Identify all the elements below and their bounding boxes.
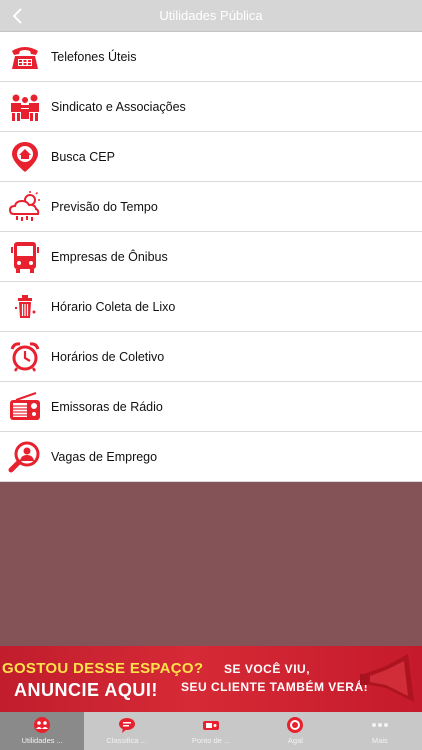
location-pin-home-icon (12, 141, 38, 172)
list-item-label: Busca CEP (51, 149, 115, 164)
navigation-bar: Utilidades Pública (0, 0, 422, 32)
list-item-horarios-coletivo[interactable]: Horários de Coletivo (0, 332, 422, 382)
back-button[interactable] (8, 6, 28, 26)
speech-bubble-icon (118, 718, 135, 733)
banner-tagline-1: SE VOCÊ VIU, (224, 662, 311, 676)
list-item-label: Horários de Coletivo (51, 349, 165, 364)
tab-mais[interactable]: Mais (338, 712, 422, 750)
megaphone-icon (360, 654, 414, 702)
tab-ponto[interactable]: Ponto de ... (169, 712, 253, 750)
list-item-label: Previsão do Tempo (51, 199, 158, 214)
list-item-label: Hórario Coleta de Lixo (51, 299, 176, 314)
banner-tagline-2: SEU CLIENTE TAMBÉM VERÁ! (181, 680, 369, 694)
list-item-vagas-emprego[interactable]: Vagas de Emprego (0, 432, 422, 482)
tab-label: Utilidades ... (21, 736, 63, 745)
ad-banner[interactable]: GOSTOU DESSE ESPAÇO? ANUNCIE AQUI! SE VO… (0, 646, 422, 712)
tab-utilidades[interactable]: Utilidades ... (0, 712, 85, 750)
bus-icon (11, 241, 39, 273)
list-item-label: Telefones Úteis (51, 49, 137, 64)
list-item-onibus[interactable]: Empresas de Ônibus (0, 232, 422, 282)
banner-cta: ANUNCIE AQUI! (14, 680, 158, 700)
alarm-clock-icon (10, 341, 40, 372)
utilities-list: Telefones Úteis Sindicato e Associações … (0, 32, 422, 482)
ticket-icon (203, 721, 220, 730)
tab-label: Classifica ... (106, 736, 147, 745)
trash-bin-icon (14, 294, 36, 318)
list-item-radio[interactable]: Emissoras de Rádio (0, 382, 422, 432)
telephone-icon (12, 46, 38, 69)
people-icon (34, 717, 51, 733)
tab-bar: Utilidades ... Classifica ... Ponto de .… (0, 712, 422, 750)
tab-label: Ponto de ... (191, 736, 231, 745)
list-item-coleta-lixo[interactable]: Hórario Coleta de Lixo (0, 282, 422, 332)
tab-label: Agal (287, 736, 303, 745)
chevron-left-icon (12, 8, 22, 24)
tab-label: Mais (371, 736, 388, 745)
list-item-sindicato[interactable]: Sindicato e Associações (0, 82, 422, 132)
list-item-label: Empresas de Ônibus (51, 249, 168, 264)
banner-headline: GOSTOU DESSE ESPAÇO? (2, 660, 204, 677)
tab-agal[interactable]: Agal (253, 712, 337, 750)
badge-icon (287, 717, 304, 733)
list-item-label: Sindicato e Associações (51, 99, 186, 114)
list-item-busca-cep[interactable]: Busca CEP (0, 132, 422, 182)
job-search-icon (8, 441, 40, 472)
list-item-previsao[interactable]: Previsão do Tempo (0, 182, 422, 232)
list-item-telefones[interactable]: Telefones Úteis (0, 32, 422, 82)
radio-icon (10, 391, 40, 420)
list-item-label: Vagas de Emprego (51, 449, 158, 464)
more-dots-icon (371, 723, 388, 727)
tab-classificados[interactable]: Classifica ... (84, 712, 168, 750)
meeting-people-icon (11, 94, 39, 121)
list-item-label: Emissoras de Rádio (51, 399, 163, 414)
page-title: Utilidades Pública (159, 8, 263, 23)
weather-cloud-icon (8, 190, 40, 221)
